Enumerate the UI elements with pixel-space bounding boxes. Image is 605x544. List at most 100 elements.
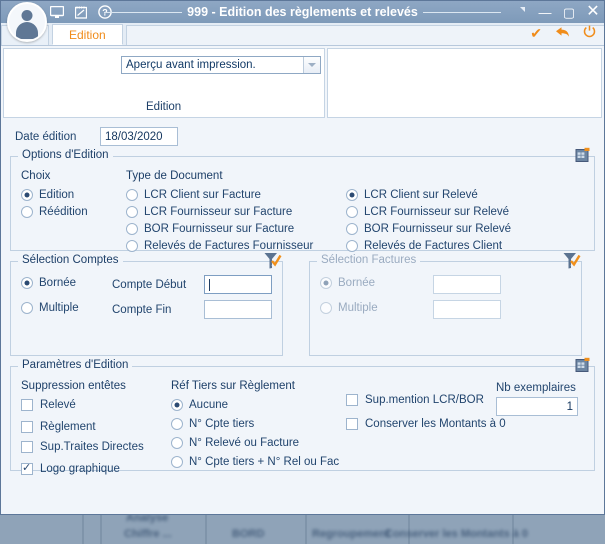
- selection-factures-content: Bornée Multiple: [310, 262, 581, 333]
- radio-bor-fournisseur-releve[interactable]: BOR Fournisseur sur Relevé: [346, 221, 556, 237]
- minimize-button[interactable]: —: [538, 6, 552, 19]
- radio-label: Multiple: [39, 302, 79, 314]
- facture-fin-row: [433, 300, 571, 319]
- radio-indicator: [126, 240, 138, 252]
- factures-mode-column: Bornée Multiple: [320, 275, 433, 325]
- radio-label: Edition: [39, 189, 75, 201]
- output-mode-select[interactable]: Aperçu avant impression.: [121, 56, 321, 74]
- parametres-grid-icon[interactable]: [574, 356, 592, 374]
- restore-down-icon[interactable]: [514, 6, 528, 18]
- selection-comptes-legend: Sélection Comptes: [18, 254, 123, 266]
- check-conserver-montants-zero[interactable]: Conserver les Montants à 0: [346, 416, 506, 432]
- compte-fin-input[interactable]: [204, 300, 272, 319]
- user-avatar-icon[interactable]: [7, 2, 47, 42]
- parametres-edition-group: Paramètres d'Edition Suppression entêtes: [10, 357, 595, 475]
- radio-choix-edition[interactable]: Edition: [21, 187, 126, 203]
- check-reglement[interactable]: Règlement: [21, 419, 171, 435]
- radio-bor-fournisseur-facture[interactable]: BOR Fournisseur sur Facture: [126, 221, 346, 237]
- check-releve[interactable]: Relevé: [21, 397, 171, 413]
- compte-fin-row: Compte Fin: [112, 300, 272, 319]
- nb-exemplaires-input[interactable]: 1: [496, 397, 578, 416]
- radio-ref-aucune[interactable]: Aucune: [171, 397, 346, 413]
- notepad-icon[interactable]: [73, 5, 88, 19]
- radio-releves-factures-client[interactable]: Relevés de Factures Client: [346, 238, 556, 254]
- filter-icon[interactable]: [561, 251, 581, 269]
- title-rule-right: [422, 11, 501, 13]
- text-caret: [209, 278, 210, 291]
- radio-factures-bornee[interactable]: Bornée: [320, 275, 433, 291]
- extra-checks-column: Sup.mention LCR/BOR Conserver les Montan…: [346, 380, 506, 478]
- type-document-title: Type de Document: [126, 170, 223, 182]
- top-panes: Aperçu avant impression. Edition: [1, 46, 604, 118]
- radio-label: Aucune: [189, 399, 229, 411]
- output-mode-value: Aperçu avant impression.: [126, 59, 256, 71]
- check-label: Conserver les Montants à 0: [365, 418, 506, 430]
- choix-column: Choix Edition Réédition: [21, 170, 126, 255]
- radio-indicator: [346, 206, 358, 218]
- radio-indicator: [171, 437, 183, 449]
- choix-title: Choix: [21, 170, 51, 182]
- radio-comptes-multiple[interactable]: Multiple: [21, 300, 112, 316]
- radio-choix-reedition[interactable]: Réédition: [21, 204, 126, 220]
- maximize-button[interactable]: ▢: [562, 6, 576, 19]
- radio-indicator: [346, 223, 358, 235]
- radio-ref-cpte-tiers-plus-rel[interactable]: N° Cpte tiers + N° Rel ou Fac: [171, 454, 346, 470]
- radio-indicator: [126, 189, 138, 201]
- radio-lcr-fournisseur-facture[interactable]: LCR Fournisseur sur Facture: [126, 204, 346, 220]
- facture-debut-input[interactable]: [433, 275, 501, 294]
- radio-indicator: [126, 223, 138, 235]
- radio-lcr-client-releve[interactable]: LCR Client sur Relevé: [346, 187, 556, 203]
- radio-factures-multiple[interactable]: Multiple: [320, 300, 433, 316]
- check-logo-graphique[interactable]: Logo graphique: [21, 461, 171, 477]
- radio-ref-releve-facture[interactable]: N° Relevé ou Facture: [171, 435, 346, 451]
- titlebar-icon-group: ?: [49, 5, 112, 19]
- selection-comptes-content: Bornée Multiple Compte Début Compte Fin: [11, 262, 282, 333]
- compte-debut-input[interactable]: [204, 275, 272, 294]
- tab-edition[interactable]: Edition: [52, 24, 123, 45]
- close-button[interactable]: ✕: [586, 4, 600, 20]
- help-icon[interactable]: ?: [97, 5, 112, 19]
- selection-factures-legend: Sélection Factures: [317, 254, 421, 266]
- type-document-col1: LCR Client sur Facture LCR Fournisseur s…: [126, 187, 346, 255]
- chevron-down-icon[interactable]: [303, 57, 320, 73]
- power-icon[interactable]: [583, 25, 596, 40]
- radio-label: N° Relevé ou Facture: [189, 437, 300, 449]
- type-document-col2: LCR Client sur Relevé LCR Fournisseur su…: [346, 187, 556, 255]
- validate-icon[interactable]: ✔: [530, 26, 542, 40]
- background-label: BORD: [232, 528, 265, 540]
- monitor-icon[interactable]: [49, 5, 64, 19]
- window-title: 999 - Edition des règlements et relevés: [187, 5, 418, 19]
- radio-label: LCR Client sur Facture: [144, 189, 261, 201]
- radio-indicator: [320, 277, 332, 289]
- window-controls: — ▢ ✕: [514, 1, 600, 23]
- facture-debut-row: [433, 275, 571, 294]
- radio-indicator: [171, 399, 183, 411]
- back-arrow-icon[interactable]: [555, 26, 570, 40]
- filter-icon[interactable]: [262, 251, 282, 269]
- options-edition-legend: Options d'Edition: [18, 149, 113, 161]
- radio-label: Réédition: [39, 206, 88, 218]
- radio-ref-cpte-tiers[interactable]: N° Cpte tiers: [171, 416, 346, 432]
- radio-lcr-fournisseur-releve[interactable]: LCR Fournisseur sur Relevé: [346, 204, 556, 220]
- radio-indicator: [171, 418, 183, 430]
- check-sup-mention-lcr-bor[interactable]: Sup.mention LCR/BOR: [346, 392, 496, 408]
- radio-label: LCR Fournisseur sur Facture: [144, 206, 293, 218]
- checkbox-indicator: [21, 399, 33, 411]
- selection-factures-group: Sélection Factures Bornée Multiple: [309, 253, 582, 356]
- title-bar: ? 999 - Edition des règlements et relevé…: [1, 1, 604, 23]
- radio-label: Relevés de Factures Fournisseur: [144, 240, 314, 252]
- check-sup-traites-directes[interactable]: Sup.Traites Directes: [21, 439, 171, 455]
- checkbox-indicator: [21, 461, 33, 475]
- compte-debut-row: Compte Début: [112, 275, 272, 294]
- radio-label: Multiple: [338, 302, 378, 314]
- radio-lcr-client-facture[interactable]: LCR Client sur Facture: [126, 187, 346, 203]
- compte-debut-label: Compte Début: [112, 278, 187, 291]
- radio-releves-factures-fournisseur[interactable]: Relevés de Factures Fournisseur: [126, 238, 346, 254]
- compte-fin-label: Compte Fin: [112, 303, 172, 316]
- radio-comptes-bornee[interactable]: Bornée: [21, 275, 112, 291]
- options-grid-icon[interactable]: [574, 146, 592, 164]
- check-label: Relevé: [40, 399, 76, 411]
- radio-label: BOR Fournisseur sur Facture: [144, 223, 295, 235]
- date-edition-input[interactable]: 18/03/2020: [100, 127, 178, 146]
- facture-fin-input[interactable]: [433, 300, 501, 319]
